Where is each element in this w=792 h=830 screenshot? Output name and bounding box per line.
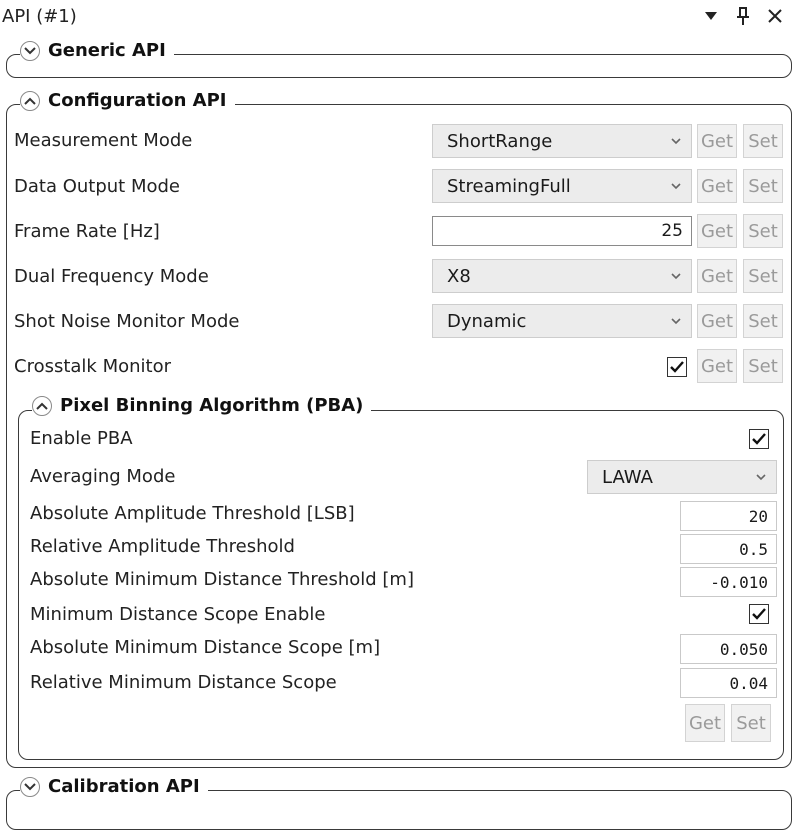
pba-set-button[interactable]: Set bbox=[731, 704, 771, 742]
chevron-down-icon bbox=[671, 273, 681, 280]
checkmark-icon bbox=[752, 608, 766, 620]
data-output-mode-value: StreamingFull bbox=[447, 175, 571, 197]
panel-title: API (#1) bbox=[2, 6, 77, 27]
measurement-mode-label: Measurement Mode bbox=[14, 130, 193, 151]
measurement-mode-value: ShortRange bbox=[447, 130, 553, 152]
averaging-mode-label: Averaging Mode bbox=[30, 466, 176, 487]
checkmark-icon bbox=[752, 433, 766, 445]
frame-rate-set-button[interactable]: Set bbox=[743, 214, 783, 248]
frame-rate-get-button[interactable]: Get bbox=[697, 214, 737, 248]
collapse-icon[interactable] bbox=[20, 90, 40, 111]
shot-noise-monitor-mode-select[interactable]: Dynamic bbox=[432, 304, 692, 338]
chevron-down-icon bbox=[756, 474, 766, 481]
frame-rate-label: Frame Rate [Hz] bbox=[14, 221, 160, 242]
shot-noise-monitor-mode-set-button[interactable]: Set bbox=[743, 304, 783, 338]
abs-min-dist-scope-value: 0.050 bbox=[719, 639, 768, 659]
shot-noise-monitor-mode-get-button[interactable]: Get bbox=[697, 304, 737, 338]
rel-amp-threshold-input[interactable]: 0.5 bbox=[680, 534, 777, 564]
dual-frequency-mode-get-button[interactable]: Get bbox=[697, 259, 737, 293]
dual-frequency-mode-select[interactable]: X8 bbox=[432, 259, 692, 293]
dual-frequency-mode-label: Dual Frequency Mode bbox=[14, 266, 209, 287]
pba-get-button[interactable]: Get bbox=[685, 704, 725, 742]
min-dist-scope-enable-checkbox[interactable] bbox=[749, 604, 769, 624]
chevron-down-icon bbox=[671, 138, 681, 145]
configuration-api-header[interactable]: Configuration API bbox=[20, 90, 235, 111]
panel-titlebar: API (#1) bbox=[0, 0, 792, 34]
averaging-mode-value: LAWA bbox=[602, 466, 653, 488]
measurement-mode-get-button[interactable]: Get bbox=[697, 124, 737, 158]
abs-amp-threshold-label: Absolute Amplitude Threshold [LSB] bbox=[30, 503, 355, 524]
expand-icon[interactable] bbox=[20, 776, 40, 797]
shot-noise-monitor-mode-value: Dynamic bbox=[447, 310, 527, 332]
close-icon[interactable] bbox=[764, 4, 786, 28]
rel-min-dist-scope-input[interactable]: 0.04 bbox=[680, 668, 777, 698]
frame-rate-value: 25 bbox=[661, 221, 683, 241]
enable-pba-checkbox[interactable] bbox=[749, 429, 769, 449]
frame-rate-input[interactable]: 25 bbox=[432, 216, 692, 246]
crosstalk-monitor-set-button[interactable]: Set bbox=[743, 349, 783, 383]
chevron-down-icon bbox=[671, 318, 681, 325]
abs-min-dist-threshold-value: -0.010 bbox=[710, 572, 768, 592]
abs-min-dist-scope-input[interactable]: 0.050 bbox=[680, 634, 777, 664]
data-output-mode-label: Data Output Mode bbox=[14, 176, 180, 197]
data-output-mode-get-button[interactable]: Get bbox=[697, 169, 737, 203]
dual-frequency-mode-value: X8 bbox=[447, 265, 471, 287]
pin-icon[interactable] bbox=[732, 4, 754, 28]
shot-noise-monitor-mode-label: Shot Noise Monitor Mode bbox=[14, 311, 240, 332]
abs-amp-threshold-input[interactable]: 20 bbox=[680, 501, 777, 531]
averaging-mode-select[interactable]: LAWA bbox=[587, 460, 777, 494]
generic-api-title: Generic API bbox=[48, 40, 166, 61]
rel-amp-threshold-label: Relative Amplitude Threshold bbox=[30, 536, 295, 557]
crosstalk-monitor-label: Crosstalk Monitor bbox=[14, 356, 171, 377]
data-output-mode-select[interactable]: StreamingFull bbox=[432, 169, 692, 203]
crosstalk-monitor-checkbox[interactable] bbox=[667, 357, 687, 377]
rel-amp-threshold-value: 0.5 bbox=[739, 539, 768, 559]
expand-icon[interactable] bbox=[20, 40, 40, 61]
crosstalk-monitor-get-button[interactable]: Get bbox=[697, 349, 737, 383]
chevron-down-icon[interactable] bbox=[700, 4, 722, 28]
abs-min-dist-scope-label: Absolute Minimum Distance Scope [m] bbox=[30, 637, 381, 658]
abs-amp-threshold-value: 20 bbox=[748, 506, 768, 526]
generic-api-header[interactable]: Generic API bbox=[20, 40, 174, 61]
abs-min-dist-threshold-input[interactable]: -0.010 bbox=[680, 567, 777, 597]
pba-header[interactable]: Pixel Binning Algorithm (PBA) bbox=[32, 395, 372, 416]
data-output-mode-set-button[interactable]: Set bbox=[743, 169, 783, 203]
pba-title: Pixel Binning Algorithm (PBA) bbox=[60, 395, 364, 416]
checkmark-icon bbox=[670, 361, 684, 373]
chevron-down-icon bbox=[671, 183, 681, 190]
abs-min-dist-threshold-label: Absolute Minimum Distance Threshold [m] bbox=[30, 569, 414, 590]
collapse-icon[interactable] bbox=[32, 395, 52, 416]
calibration-api-header[interactable]: Calibration API bbox=[20, 776, 208, 797]
measurement-mode-set-button[interactable]: Set bbox=[743, 124, 783, 158]
enable-pba-label: Enable PBA bbox=[30, 428, 133, 449]
min-dist-scope-enable-label: Minimum Distance Scope Enable bbox=[30, 604, 326, 625]
dual-frequency-mode-set-button[interactable]: Set bbox=[743, 259, 783, 293]
rel-min-dist-scope-label: Relative Minimum Distance Scope bbox=[30, 672, 337, 693]
calibration-api-title: Calibration API bbox=[48, 776, 200, 797]
measurement-mode-select[interactable]: ShortRange bbox=[432, 124, 692, 158]
rel-min-dist-scope-value: 0.04 bbox=[729, 673, 768, 693]
configuration-api-title: Configuration API bbox=[48, 90, 227, 111]
